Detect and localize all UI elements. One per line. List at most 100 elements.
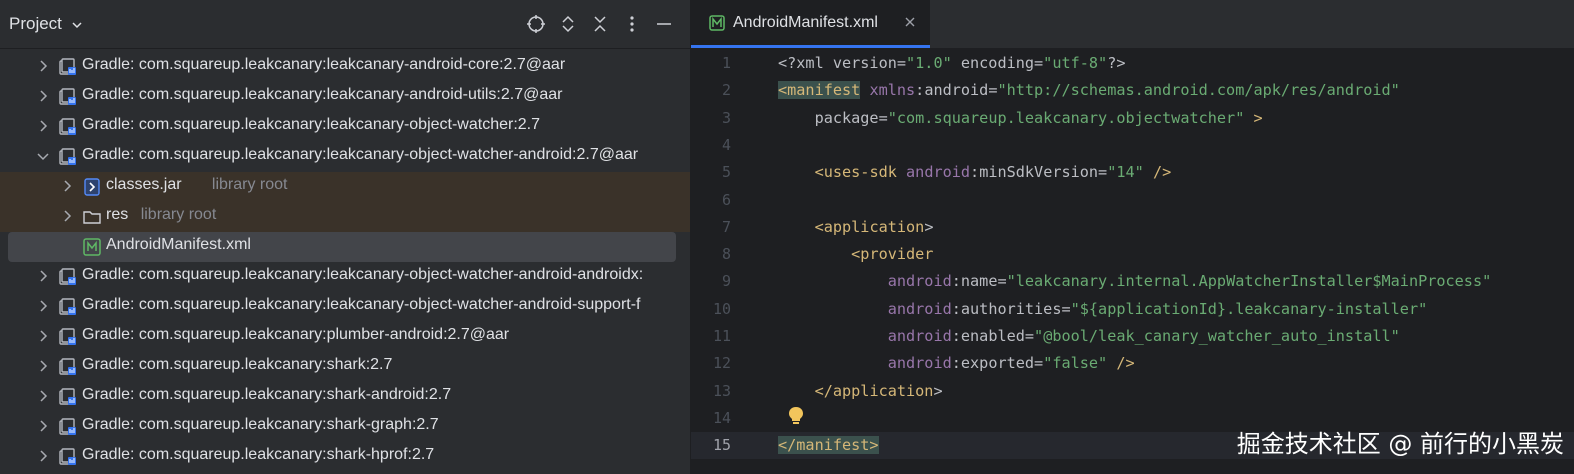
tree-item-label: Gradle: com.squareup.leakcanary:shark-hp… [82,446,435,463]
folder-icon [82,207,102,227]
tree-item[interactable]: Gradle: com.squareup.leakcanary:leakcana… [0,112,690,142]
code-text: android:name="leakcanary.internal.AppWat… [887,272,1492,291]
library-icon [58,357,78,377]
library-icon [58,267,78,287]
library-icon [58,327,78,347]
chevron-right-icon[interactable] [36,59,50,73]
line-number: 12 [712,354,731,373]
line-number: 1 [721,54,731,72]
tree-item-label: classes.jar [106,176,182,193]
chevron-right-icon[interactable] [36,329,50,343]
tree-item[interactable]: Gradle: com.squareup.leakcanary:shark:2.… [0,352,690,382]
code-text: android:authorities="${applicationId}.le… [887,299,1428,318]
tree-item-label: AndroidManifest.xml [106,236,251,253]
code-text: </application> [814,381,943,400]
tree-item[interactable]: Gradle: com.squareup.leakcanary:shark-hp… [0,442,690,472]
tree-item-sublabel: library root [140,206,217,223]
tab-androidmanifest[interactable]: AndroidManifest.xml [691,0,930,48]
minimize-icon[interactable] [654,14,674,34]
chevron-right-icon[interactable] [36,419,50,433]
tree-item-label: Gradle: com.squareup.leakcanary:leakcana… [82,56,566,73]
library-icon [58,417,78,437]
chevron-right-icon[interactable] [60,209,74,223]
chevron-right-icon[interactable] [60,179,74,193]
tree-item-label: Gradle: com.squareup.leakcanary:leakcana… [82,146,639,163]
chevron-right-icon[interactable] [36,449,50,463]
line-number: 8 [721,245,731,264]
code-line[interactable]: 11 android:enabled="@bool/leak_canary_wa… [691,323,1574,350]
chevron-down-icon[interactable] [36,149,50,163]
library-icon [58,147,78,167]
chevron-right-icon[interactable] [36,89,50,103]
code-text: package="com.squareup.leakcanary.objectw… [778,108,1263,127]
chevron-right-icon[interactable] [36,299,50,313]
tree-item[interactable]: AndroidManifest.xml [8,232,676,262]
code-line[interactable]: 5 <uses-sdk android:minSdkVersion="14" /… [691,159,1574,186]
collapse-all-icon[interactable] [590,14,610,34]
line-number: 5 [721,163,731,182]
code-line[interactable]: 7 <application> [691,214,1574,241]
code-line[interactable]: 13 </application> [691,378,1574,405]
line-number: 11 [712,327,731,345]
library-icon [58,447,78,467]
active-tab-indicator [691,45,930,48]
tree-item[interactable]: Gradle: com.squareup.leakcanary:leakcana… [0,292,690,322]
chevron-right-icon[interactable] [36,119,50,133]
tree-item-label: Gradle: com.squareup.leakcanary:leakcana… [82,296,641,313]
code-text: android:enabled="@bool/leak_canary_watch… [887,327,1400,345]
tree-item[interactable]: classes.jar library root [0,172,690,202]
editor: AndroidManifest.xml 1 <?xml version="1.0"… [691,0,1574,474]
code-line[interactable]: 9 android:name="leakcanary.internal.AppW… [691,268,1574,295]
crosshair-icon[interactable] [526,14,546,34]
code-line[interactable]: 10 android:authorities="${applicationId}… [691,296,1574,323]
tree-item-label: Gradle: com.squareup.leakcanary:leakcana… [82,86,563,103]
code-text: <?xml version="1.0" encoding="utf-8"?> [778,54,1126,72]
tree-item-label: Gradle: com.squareup.leakcanary:leakcana… [82,266,644,283]
more-vertical-icon[interactable] [622,14,642,34]
tab-label: AndroidManifest.xml [733,14,878,31]
library-icon [58,117,78,137]
project-panel-header: Project [0,0,690,49]
code-text: <application> [814,217,934,236]
tree-item[interactable]: Gradle: com.squareup.leakcanary:shark-gr… [0,412,690,442]
manifest-icon [82,237,102,257]
line-number: 13 [712,381,731,400]
close-icon[interactable] [903,15,917,29]
jar-icon [82,177,102,197]
tree-item[interactable]: Gradle: com.squareup.leakcanary:leakcana… [0,52,690,82]
code-line[interactable]: 2 <manifest xmlns:android="http://schemas… [691,77,1574,104]
code-line[interactable]: 4 [691,132,1574,159]
project-title: Project [9,14,62,33]
code-line[interactable]: 1 <?xml version="1.0" encoding="utf-8"?> [691,50,1574,77]
code-line[interactable]: 6 [691,187,1574,214]
project-view-dropdown[interactable]: Project [9,14,83,34]
expand-all-icon[interactable] [558,14,578,34]
code-line[interactable]: 8 <provider [691,241,1574,268]
code-line[interactable]: 3 package="com.squareup.leakcanary.objec… [691,105,1574,132]
lightbulb-icon[interactable] [786,405,806,427]
line-number: 15 [712,436,731,455]
tree-item[interactable]: Gradle: com.squareup.leakcanary:leakcana… [0,142,690,172]
tree-item[interactable]: Gradle: com.squareup.leakcanary:leakcana… [0,262,690,292]
tree-item-label: Gradle: com.squareup.leakcanary:shark-gr… [82,416,439,433]
code-text: <provider [851,245,934,264]
line-number: 14 [712,408,731,427]
tree-item[interactable]: res library root [0,202,690,232]
chevron-right-icon[interactable] [36,269,50,283]
watermark: 掘金技术社区 @ 前行的小黑炭 [1236,430,1564,458]
tree-item-sublabel: library root [211,176,288,193]
tree-item[interactable]: Gradle: com.squareup.leakcanary:plumber-… [0,322,690,352]
library-icon [58,87,78,107]
library-icon [58,387,78,407]
tree-item-label: res [106,206,129,223]
line-number: 10 [712,299,731,318]
chevron-right-icon[interactable] [36,359,50,373]
tree-item[interactable]: Gradle: com.squareup.leakcanary:shark-an… [0,382,690,412]
code-line[interactable]: 12 android:exported="false" /> [691,350,1574,377]
tree-item-label: Gradle: com.squareup.leakcanary:plumber-… [82,326,510,343]
tree-item[interactable]: Gradle: com.squareup.leakcanary:leakcana… [0,82,690,112]
chevron-right-icon[interactable] [36,389,50,403]
editor-tab-bar: AndroidManifest.xml [691,0,1574,48]
line-number: 7 [721,217,731,236]
tree-item-label: Gradle: com.squareup.leakcanary:shark:2.… [82,356,393,373]
